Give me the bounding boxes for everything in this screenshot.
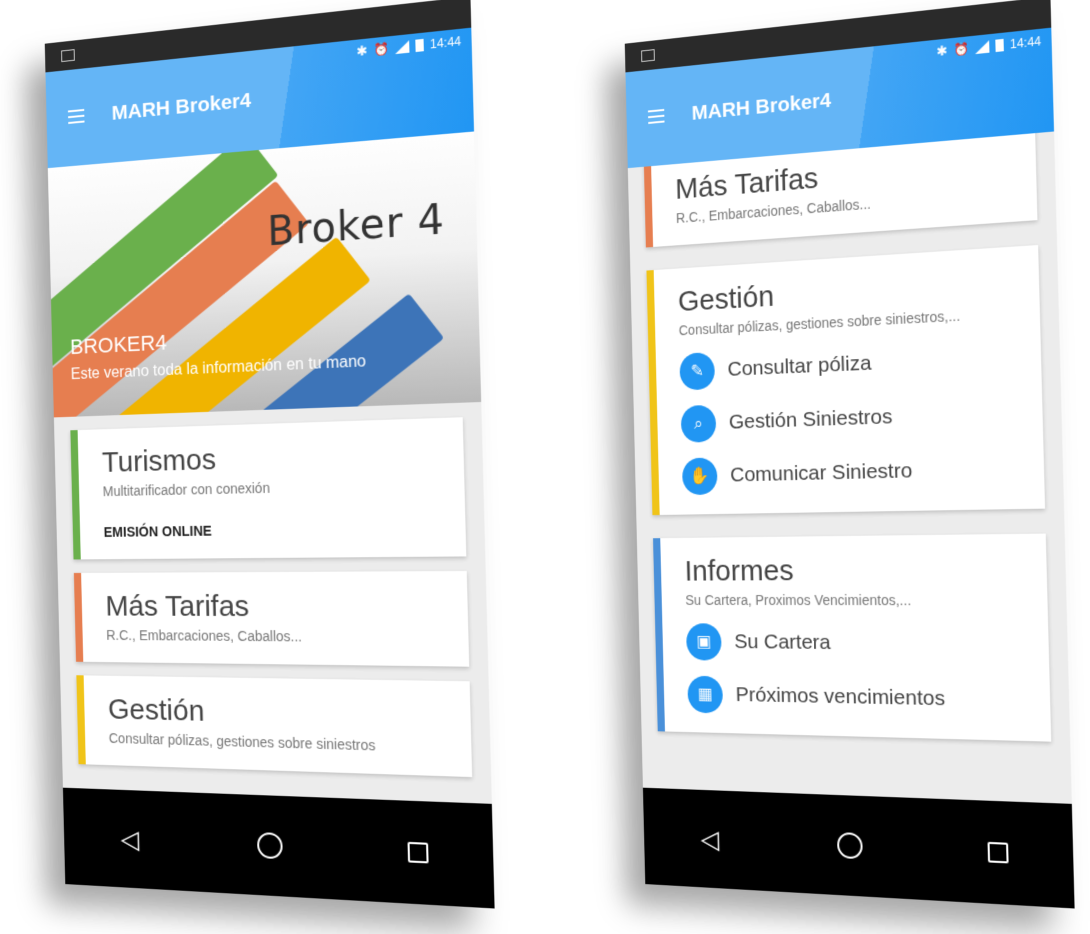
- item-label: Su Cartera: [734, 630, 831, 654]
- hand-report-icon: ✋: [681, 457, 718, 496]
- emision-online-button[interactable]: EMISIÓN ONLINE: [104, 519, 439, 540]
- su-cartera-item[interactable]: ▣ Su Cartera: [685, 623, 1022, 664]
- phone-left: Broker 4 BROKER4 Este verano toda la inf…: [20, 0, 500, 934]
- item-label: Gestión Siniestros: [728, 405, 893, 434]
- menu-icon[interactable]: [67, 108, 85, 124]
- phone-right: Más Tarifas R.C., Embarcaciones, Caballo…: [600, 0, 1080, 934]
- screen-right: Más Tarifas R.C., Embarcaciones, Caballo…: [624, 0, 1075, 909]
- bluetooth-icon: ✱: [936, 42, 948, 60]
- card-title: Turismos: [101, 443, 217, 479]
- scroll-content-right[interactable]: Más Tarifas R.C., Embarcaciones, Caballo…: [628, 121, 1072, 804]
- item-label: Comunicar Siniestro: [729, 459, 913, 487]
- card-informes[interactable]: Informes Su Cartera, Proximos Vencimient…: [653, 533, 1052, 742]
- back-button[interactable]: ◁: [700, 823, 719, 854]
- card-title: Más Tarifas: [105, 590, 250, 624]
- image-notification-icon: [641, 49, 655, 63]
- consultar-poliza-item[interactable]: ✎ Consultar póliza: [679, 338, 1014, 391]
- status-time: 14:44: [429, 33, 462, 52]
- card-subtitle: R.C., Embarcaciones, Caballos...: [106, 627, 303, 645]
- battery-icon: [415, 38, 424, 53]
- search-document-icon: ⌕: [680, 404, 717, 443]
- signal-icon: [974, 40, 990, 55]
- card-subtitle: Consultar pólizas, gestiones sobre sinie…: [108, 730, 376, 754]
- navigation-bar: ◁: [642, 787, 1075, 909]
- card-turismos[interactable]: Turismos Multitarificador con conexión E…: [70, 417, 467, 560]
- screen-left: Broker 4 BROKER4 Este verano toda la inf…: [44, 0, 495, 909]
- alarm-icon: ⏰: [953, 41, 970, 58]
- hero-banner: Broker 4 BROKER4 Este verano toda la inf…: [47, 121, 482, 418]
- image-notification-icon: [61, 49, 75, 63]
- phone-frame-left: Broker 4 BROKER4 Este verano toda la inf…: [44, 0, 495, 909]
- app-title: MARH Broker4: [111, 88, 252, 125]
- status-time: 14:44: [1009, 33, 1042, 52]
- edit-document-icon: ✎: [679, 352, 716, 391]
- menu-icon[interactable]: [647, 108, 665, 124]
- hero-title: BROKER4: [69, 329, 167, 359]
- wallet-icon: ▣: [685, 623, 722, 661]
- phone-frame-right: Más Tarifas R.C., Embarcaciones, Caballo…: [624, 0, 1075, 909]
- signal-icon: [394, 40, 410, 55]
- home-button[interactable]: [836, 831, 863, 860]
- gestion-siniestros-item[interactable]: ⌕ Gestión Siniestros: [680, 393, 1016, 443]
- bluetooth-icon: ✱: [356, 42, 368, 60]
- app-title: MARH Broker4: [691, 88, 832, 125]
- scroll-content-left[interactable]: Broker 4 BROKER4 Este verano toda la inf…: [47, 121, 492, 804]
- card-title: Informes: [684, 554, 794, 588]
- recents-button[interactable]: [987, 841, 1009, 864]
- recents-button[interactable]: [407, 841, 429, 864]
- card-subtitle: Multitarificador con conexión: [102, 479, 271, 500]
- proximos-vencimientos-item[interactable]: ▦ Próximos vencimientos: [687, 675, 1023, 721]
- navigation-bar: ◁: [62, 787, 495, 909]
- home-button[interactable]: [256, 831, 283, 860]
- card-mas-tarifas[interactable]: Más Tarifas R.C., Embarcaciones, Caballo…: [73, 571, 470, 667]
- comunicar-siniestro-item[interactable]: ✋ Comunicar Siniestro: [681, 449, 1018, 496]
- card-gestion[interactable]: Gestión Consultar pólizas, gestiones sob…: [76, 675, 473, 778]
- back-button[interactable]: ◁: [120, 823, 139, 854]
- alarm-icon: ⏰: [373, 41, 390, 58]
- calendar-clock-icon: ▦: [687, 675, 724, 714]
- battery-icon: [995, 38, 1004, 53]
- card-title: Gestión: [107, 693, 205, 728]
- card-gestion[interactable]: Gestión Consultar pólizas, gestiones sob…: [646, 245, 1046, 516]
- card-subtitle: Su Cartera, Proximos Vencimientos,...: [685, 591, 912, 609]
- item-label: Próximos vencimientos: [735, 683, 946, 711]
- item-label: Consultar póliza: [727, 351, 872, 381]
